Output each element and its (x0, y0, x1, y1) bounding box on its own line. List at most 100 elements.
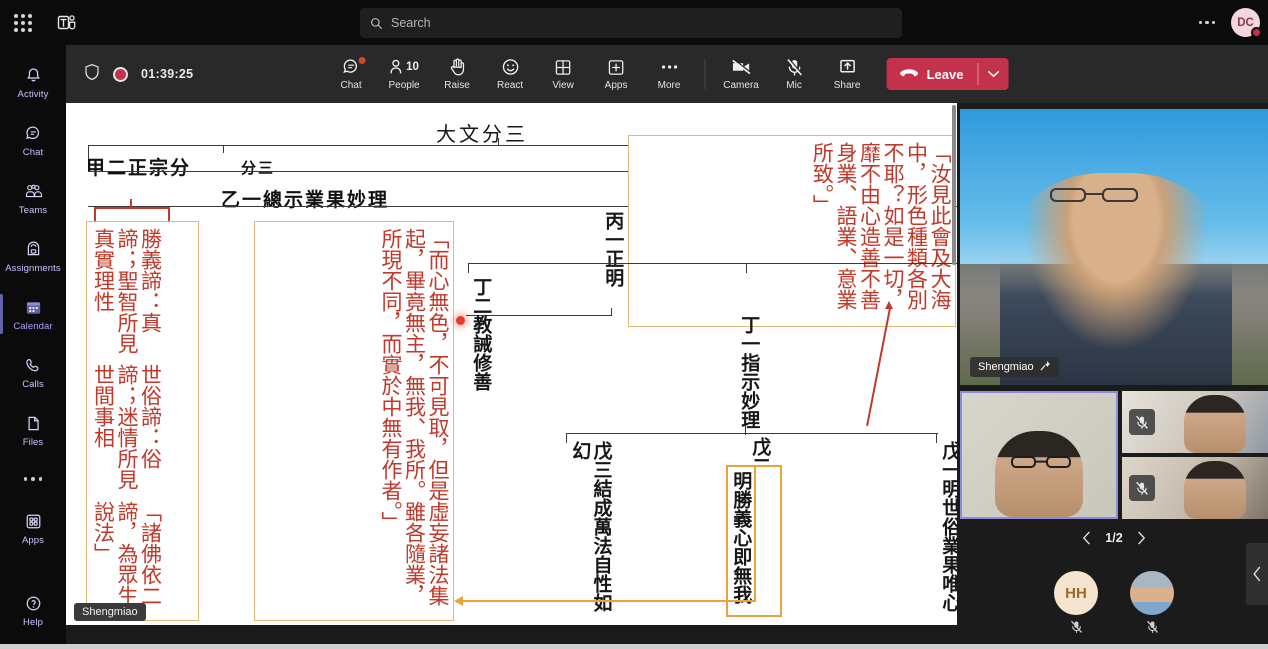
mic-off-icon (785, 57, 803, 77)
people-button[interactable]: 10 People (379, 50, 430, 98)
sidebar-item-assignments[interactable]: Assignments (0, 227, 66, 285)
calendar-icon (24, 297, 43, 319)
taskbar-strip (0, 644, 1268, 649)
sidebar-item-label: Chat (22, 146, 44, 158)
participant-thumbnail-active[interactable] (960, 391, 1118, 519)
main-video-tile[interactable]: Shengmiao (960, 109, 1268, 385)
presenter-name-tag: Shengmiao (74, 603, 146, 621)
meeting-actions: Chat 10 People Raise React View Apps Mor… (326, 50, 1009, 98)
bell-icon (24, 65, 43, 87)
raise-hand-icon (448, 57, 466, 77)
red-arrowhead (885, 301, 893, 309)
glasses-decor (1010, 455, 1072, 474)
chat-button[interactable]: Chat (326, 50, 377, 98)
chat-notification-badge (358, 57, 366, 64)
sidebar-item-calendar[interactable]: Calendar (0, 285, 66, 343)
thumbnail-pager: 1/2 (960, 525, 1268, 551)
connector-line (611, 308, 613, 316)
people-count: 10 (406, 61, 419, 73)
connector-line (468, 263, 957, 265)
sidebar-item-apps[interactable]: Apps (0, 499, 66, 557)
share-screen-icon (837, 57, 857, 77)
outline-label-bing1: 丙一正明 (602, 211, 624, 287)
file-icon (24, 413, 43, 435)
tool-label: Raise (444, 80, 470, 91)
avatar (1130, 571, 1174, 615)
grid-view-icon (554, 57, 573, 77)
chat-bubble-icon (24, 123, 43, 145)
sidebar-item-help[interactable]: Help (0, 581, 66, 639)
apps-button[interactable]: Apps (591, 50, 642, 98)
sidebar-item-files[interactable]: Files (0, 401, 66, 459)
teams-meeting-window: Search DC Activity Chat Teams Assignment… (0, 0, 1268, 649)
leave-main-action[interactable]: Leave (887, 58, 978, 90)
react-button[interactable]: React (485, 50, 536, 98)
pager-prev-button[interactable] (1082, 531, 1091, 545)
thumbnail-column (1122, 391, 1268, 519)
leave-dropdown-button[interactable] (978, 58, 1008, 90)
pager-next-button[interactable] (1137, 531, 1146, 545)
participant-video-image (1184, 395, 1247, 453)
teams-logo-icon (46, 0, 88, 45)
quote-line: 勝義諦：真諦；聖智所見真實理性 (91, 228, 163, 355)
red-connector (168, 207, 170, 221)
main-video-name-pill: Shengmiao (970, 357, 1059, 377)
settings-more-button[interactable] (1193, 15, 1222, 31)
avatar-initials: DC (1237, 16, 1254, 29)
share-button[interactable]: Share (822, 50, 873, 98)
connector-line (566, 433, 568, 443)
mic-off-icon (1070, 620, 1083, 639)
sidebar-item-label: Files (22, 436, 44, 448)
orange-flow-line (754, 465, 756, 602)
participant-avatar-tile[interactable]: HH (1054, 571, 1098, 639)
tool-label: Chat (340, 80, 362, 91)
leave-button[interactable]: Leave (886, 58, 1009, 90)
sidebar-item-label: Teams (18, 204, 48, 216)
avatar: HH (1054, 571, 1098, 615)
connector-line (88, 145, 718, 147)
red-connector (130, 199, 132, 208)
titlebar-right-controls: DC (1193, 0, 1262, 45)
more-button[interactable]: More (644, 50, 695, 98)
participant-thumbnail[interactable] (1122, 391, 1268, 453)
orange-arrowhead (454, 596, 463, 606)
connector-line (498, 138, 500, 146)
apps-grid-icon (24, 511, 43, 533)
mic-button[interactable]: Mic (769, 50, 820, 98)
camera-button[interactable]: Camera (716, 50, 767, 98)
avatar[interactable]: DC (1231, 8, 1262, 38)
sidebar-item-chat[interactable]: Chat (0, 111, 66, 169)
control-label: Camera (723, 80, 759, 91)
search-placeholder-text: Search (391, 16, 431, 30)
recording-dot-icon (113, 66, 128, 82)
shared-content[interactable]: 大文分三 甲二正宗分 分三 乙一總示業果妙理 「諸佛依二諦，為眾生說法」 世俗諦… (66, 103, 957, 625)
participant-avatar-tile[interactable] (1130, 571, 1174, 639)
mic-off-icon (1146, 620, 1159, 639)
quote-text: 「汝見此會及大海中，形色種類各別不耶？如是一切，靡不由心造善不善身業、語業、意業… (810, 142, 952, 310)
sidebar-item-teams[interactable]: Teams (0, 169, 66, 227)
laser-pointer (456, 316, 465, 325)
avatar-initials: HH (1065, 584, 1087, 602)
connector-line (746, 263, 748, 273)
mic-off-icon (1129, 409, 1155, 435)
participant-name: Shengmiao (978, 361, 1034, 373)
connector-line (468, 263, 470, 273)
toolbar-divider (704, 59, 706, 89)
control-label: Mic (786, 80, 802, 91)
sidebar-item-activity[interactable]: Activity (0, 53, 66, 111)
quote-line: 世俗諦：俗諦；迷情所見世間事相 (91, 364, 163, 491)
view-button[interactable]: View (538, 50, 589, 98)
backpack-icon (24, 239, 43, 261)
tool-label: More (657, 80, 681, 91)
sidebar-item-label: Calendar (13, 320, 53, 332)
app-launcher-button[interactable] (0, 0, 46, 45)
sidebar-item-calls[interactable]: Calls (0, 343, 66, 401)
raise-hand-button[interactable]: Raise (432, 50, 483, 98)
search-input[interactable]: Search (360, 8, 902, 38)
collapse-panel-button[interactable] (1246, 543, 1268, 605)
sidebar-more-button[interactable] (22, 459, 45, 499)
participant-thumbnail[interactable] (1122, 457, 1268, 519)
audio-only-participants: HH (960, 563, 1268, 639)
outline-label-wu2: 明勝義心即無我 (730, 471, 752, 604)
connector-line (223, 145, 225, 153)
